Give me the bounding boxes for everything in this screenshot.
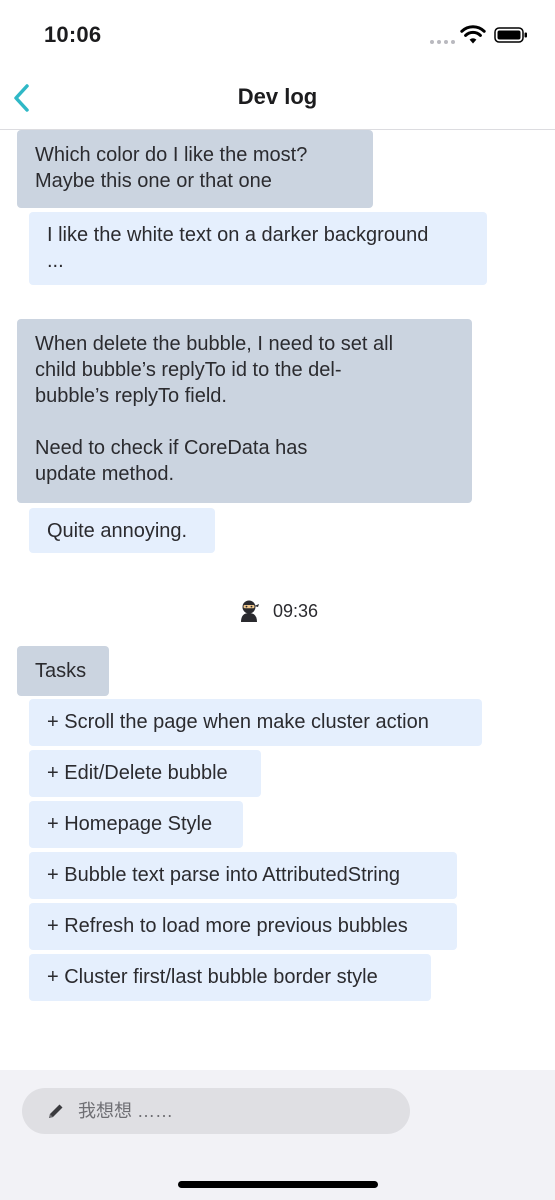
page-title: Dev log	[237, 84, 318, 109]
task-item-bubble[interactable]: + Bubble text parse into AttributedStrin…	[29, 852, 457, 899]
ninja-emoji-icon	[240, 600, 259, 622]
pencil-icon	[49, 1104, 63, 1118]
task-item-bubble[interactable]: + Cluster first/last bubble border style	[29, 954, 431, 1001]
task-item-bubble[interactable]: + Homepage Style	[29, 801, 243, 848]
home-indicator	[178, 1181, 378, 1188]
task-item-bubble[interactable]: + Scroll the page when make cluster acti…	[29, 699, 482, 746]
tasks-header-bubble[interactable]: Tasks	[17, 646, 109, 696]
message-bubble[interactable]: Which color do I like the most? Maybe th…	[17, 130, 373, 208]
status-bar: 10:06	[0, 0, 555, 70]
message-bubble[interactable]: When delete the bubble, I need to set al…	[17, 319, 472, 503]
message-input-placeholder: 我想想 ……	[78, 1101, 174, 1121]
reply-bubble[interactable]: Quite annoying.	[29, 508, 215, 553]
message-input[interactable]: 我想想 ……	[22, 1088, 410, 1134]
battery-icon	[494, 27, 527, 43]
navigation-bar: Dev log	[0, 70, 555, 130]
cluster-timestamp: 09:36	[0, 598, 555, 622]
status-time: 10:06	[44, 22, 102, 47]
reply-bubble[interactable]: I like the white text on a darker backgr…	[29, 212, 487, 285]
chat-list[interactable]: Which color do I like the most? Maybe th…	[0, 130, 555, 1070]
wifi-icon	[460, 25, 486, 44]
task-item-bubble[interactable]: + Edit/Delete bubble	[29, 750, 261, 797]
composer-bar: 我想想 ……	[0, 1070, 555, 1200]
task-item-bubble[interactable]: + Refresh to load more previous bubbles	[29, 903, 457, 950]
timestamp-text: 09:36	[272, 601, 319, 621]
cellular-signal-icon	[430, 38, 460, 44]
